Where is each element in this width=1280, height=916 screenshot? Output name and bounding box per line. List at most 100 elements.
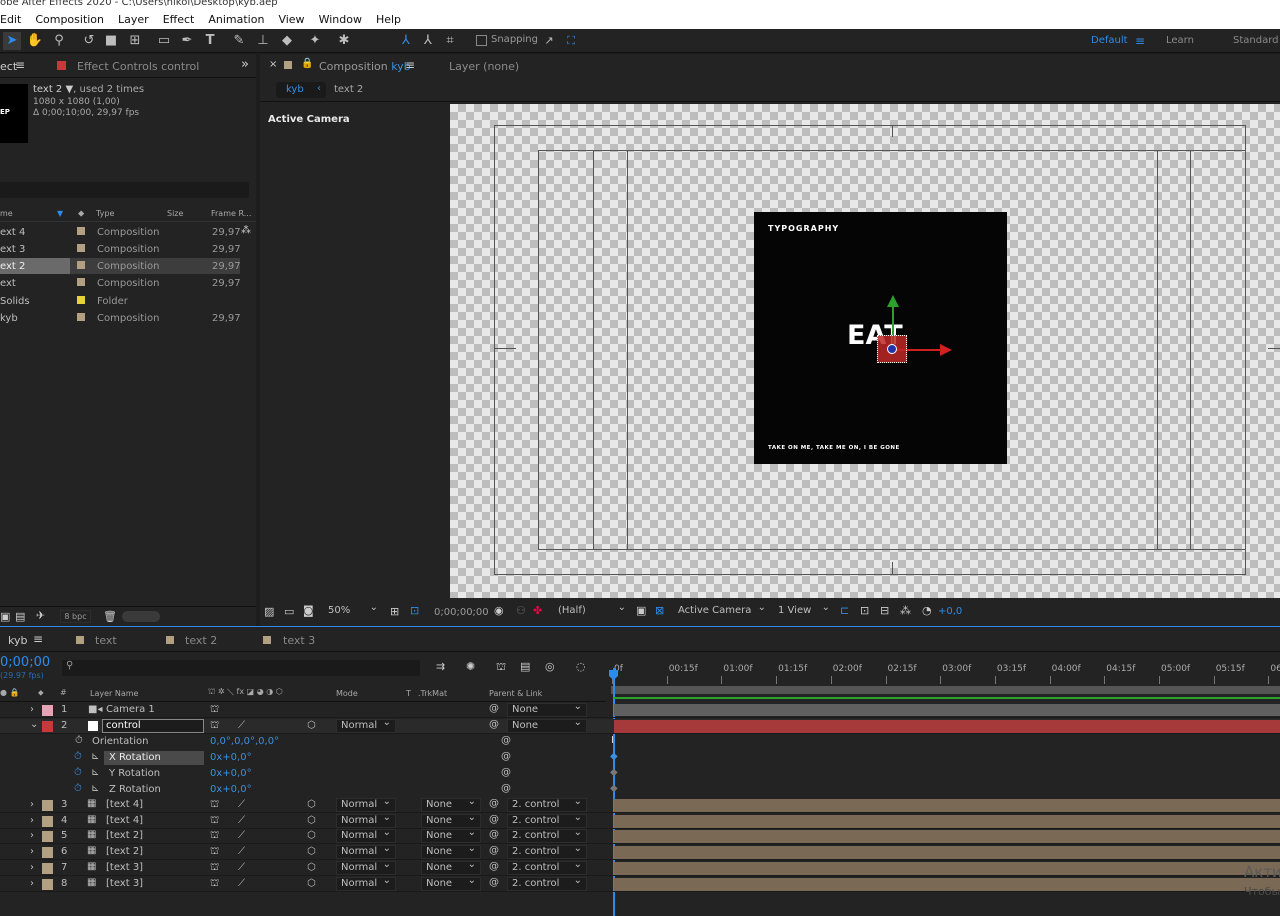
3d-layer-icon[interactable]: ⬡ [307,799,316,810]
hand-tool-icon[interactable]: ✋ [26,32,44,50]
layer-duration-bar[interactable] [614,846,1280,860]
property-row[interactable]: ⏱ Orientation 0,0°,0,0°,0,0° @ I [0,735,1280,750]
layer-duration-bar[interactable] [614,861,1280,875]
camera-view-dropdown[interactable]: Active Camera [674,602,770,619]
layer-duration-bar[interactable] [614,877,1280,891]
shy-switch-icon[interactable]: ⛫ [210,878,219,891]
flowchart-icon[interactable]: ⁂ [900,604,911,617]
property-value[interactable]: 0x+0,0° [210,752,252,763]
interpret-footage-icon[interactable]: ▣ [0,610,10,623]
breadcrumb-kyb[interactable]: kyb ‹ [276,82,326,98]
graph-editor-icon[interactable]: ◌ [576,660,586,673]
layer-name[interactable]: [text 4] [106,799,143,810]
shy-switch-icon[interactable]: ⛫ [210,720,219,733]
anchor-point-icon[interactable] [887,344,897,354]
table-row[interactable]: › 3 ▦ [text 4] ⛫ ⟋ ⬡ Normal None @2. control [0,796,1280,813]
col-name[interactable]: me [0,209,13,218]
tab-text-3[interactable]: text 3 [283,634,315,647]
blend-mode-dropdown[interactable]: Normal [336,875,396,891]
col-trkmat[interactable]: .TrkMat [418,689,447,698]
pickwhip-icon[interactable]: @ [501,767,511,778]
shy-switch-icon[interactable]: ⛫ [210,862,219,875]
shy-layers-icon[interactable]: ⛫ [496,660,506,675]
pickwhip-icon[interactable]: @ [501,735,511,746]
layer-name[interactable]: [text 3] [106,862,143,873]
property-value[interactable]: 0,0°,0,0°,0,0° [210,736,279,747]
pickwhip-icon[interactable]: @ [489,861,499,872]
pickwhip-icon[interactable]: @ [489,877,499,888]
pickwhip-icon[interactable]: @ [489,829,499,840]
layer-duration-bar[interactable] [614,720,1280,733]
pickwhip-icon[interactable]: @ [489,703,499,714]
graph-icon[interactable]: ⊾ [91,783,99,794]
menu-animation[interactable]: Animation [201,13,271,26]
parent-dropdown[interactable]: 2. control [507,875,587,891]
twirl-arrow-icon[interactable]: › [30,704,34,715]
menu-composition[interactable]: Composition [28,13,111,26]
camera-tool-icon[interactable]: ■ [102,32,120,50]
twirl-arrow-icon[interactable]: › [30,799,34,810]
quality-switch-icon[interactable]: ⟋ [238,815,245,826]
always-preview-icon[interactable]: ▨ [264,605,274,618]
new-comp-icon[interactable]: ✈ [36,609,45,622]
list-item[interactable]: ext 3 Composition 29,97 [0,241,241,257]
graph-icon[interactable]: ⊾ [91,767,99,778]
label-column-icon[interactable]: ⬥ [78,209,84,219]
shy-switch-icon[interactable]: ⛫ [210,830,219,843]
layer-duration-bar[interactable] [614,704,1280,716]
snapping-checkbox[interactable] [476,35,487,46]
timeline-search-input[interactable]: ⚲ [62,660,420,676]
fast-previews-icon[interactable]: ⊡ [860,604,869,617]
table-row[interactable]: › 8 ▦ [text 3] ⛫ ⟋ ⬡ Normal None @2. control [0,875,1280,892]
stopwatch-icon[interactable]: ⏱ [75,735,83,746]
workspace-standard[interactable]: Standard [1233,29,1279,53]
exposure-value[interactable]: +0,0 [938,606,962,617]
menu-help[interactable]: Help [369,13,408,26]
menu-window[interactable]: Window [312,13,369,26]
3d-layer-icon[interactable]: ⬡ [307,720,316,731]
transparency-grid-icon[interactable]: ⊠ [655,604,664,617]
3d-layer-icon[interactable]: ⬡ [307,878,316,889]
panel-menu-icon[interactable]: ≡ [15,58,25,72]
layer-duration-bar[interactable] [614,814,1280,828]
time-ruler[interactable]: 0f 00:15f 01:00f 01:15f 02:00f 02:15f 03:00f 03… [608,656,1280,686]
twirl-arrow-icon[interactable]: › [30,878,34,889]
panel-menu-icon[interactable]: ≡ [405,58,415,72]
layer-name[interactable]: [text 4] [106,815,143,826]
rectangle-tool-icon[interactable]: ▭ [155,32,173,50]
workspace-learn[interactable]: Learn [1166,29,1194,53]
quality-switch-icon[interactable]: ⟋ [238,799,245,810]
3d-layer-icon[interactable]: ⬡ [307,862,316,873]
x-axis-arrow-icon[interactable] [940,344,952,356]
parent-dropdown[interactable]: 2. control [507,796,587,812]
col-layer-name[interactable]: Layer Name [90,689,138,698]
twirl-arrow-icon[interactable]: › [30,846,34,857]
track-matte-dropdown[interactable]: None [421,843,481,860]
list-item[interactable]: Solids Folder [0,293,240,309]
snap-edges-icon[interactable]: ↗ [540,32,558,50]
parent-dropdown[interactable]: None [507,701,587,717]
stopwatch-icon[interactable]: ⏱ [74,783,82,794]
tab-text2-timeline[interactable]: text [95,634,117,647]
twirl-arrow-icon[interactable]: › [30,862,34,873]
bit-depth-button[interactable]: 8 bpc [60,610,91,623]
property-row[interactable]: ⏱ ⊾ Z Rotation 0x+0,0° @ ◆ [0,783,1280,798]
pan-behind-tool-icon[interactable]: ⊞ [126,32,144,50]
col-size[interactable]: Size [167,209,183,218]
menu-effect[interactable]: Effect [156,13,202,26]
quality-switch-icon[interactable]: ⟋ [238,720,245,731]
quality-switch-icon[interactable]: ⟋ [238,862,245,873]
keyframe-icon[interactable]: ◆ [610,767,618,778]
track-matte-dropdown[interactable]: None [421,875,481,891]
snapshot-icon[interactable]: ◉ [494,604,504,617]
twirl-arrow-icon[interactable]: › [30,830,34,841]
property-value[interactable]: 0x+0,0° [210,768,252,779]
layer-label-swatch[interactable] [42,878,53,890]
tab-composition[interactable]: Composition kyb [319,60,411,73]
draft-3d-icon[interactable]: ✺ [466,660,475,673]
parent-dropdown[interactable]: 2. control [507,859,587,875]
twirl-open-icon[interactable]: ⌄ [30,719,38,730]
table-row[interactable]: › 6 ▦ [text 2] ⛫ ⟋ ⬡ Normal None @2. control [0,843,1280,861]
layer-name[interactable]: [text 2] [106,830,143,841]
shy-switch-icon[interactable]: ⛫ [210,846,219,859]
